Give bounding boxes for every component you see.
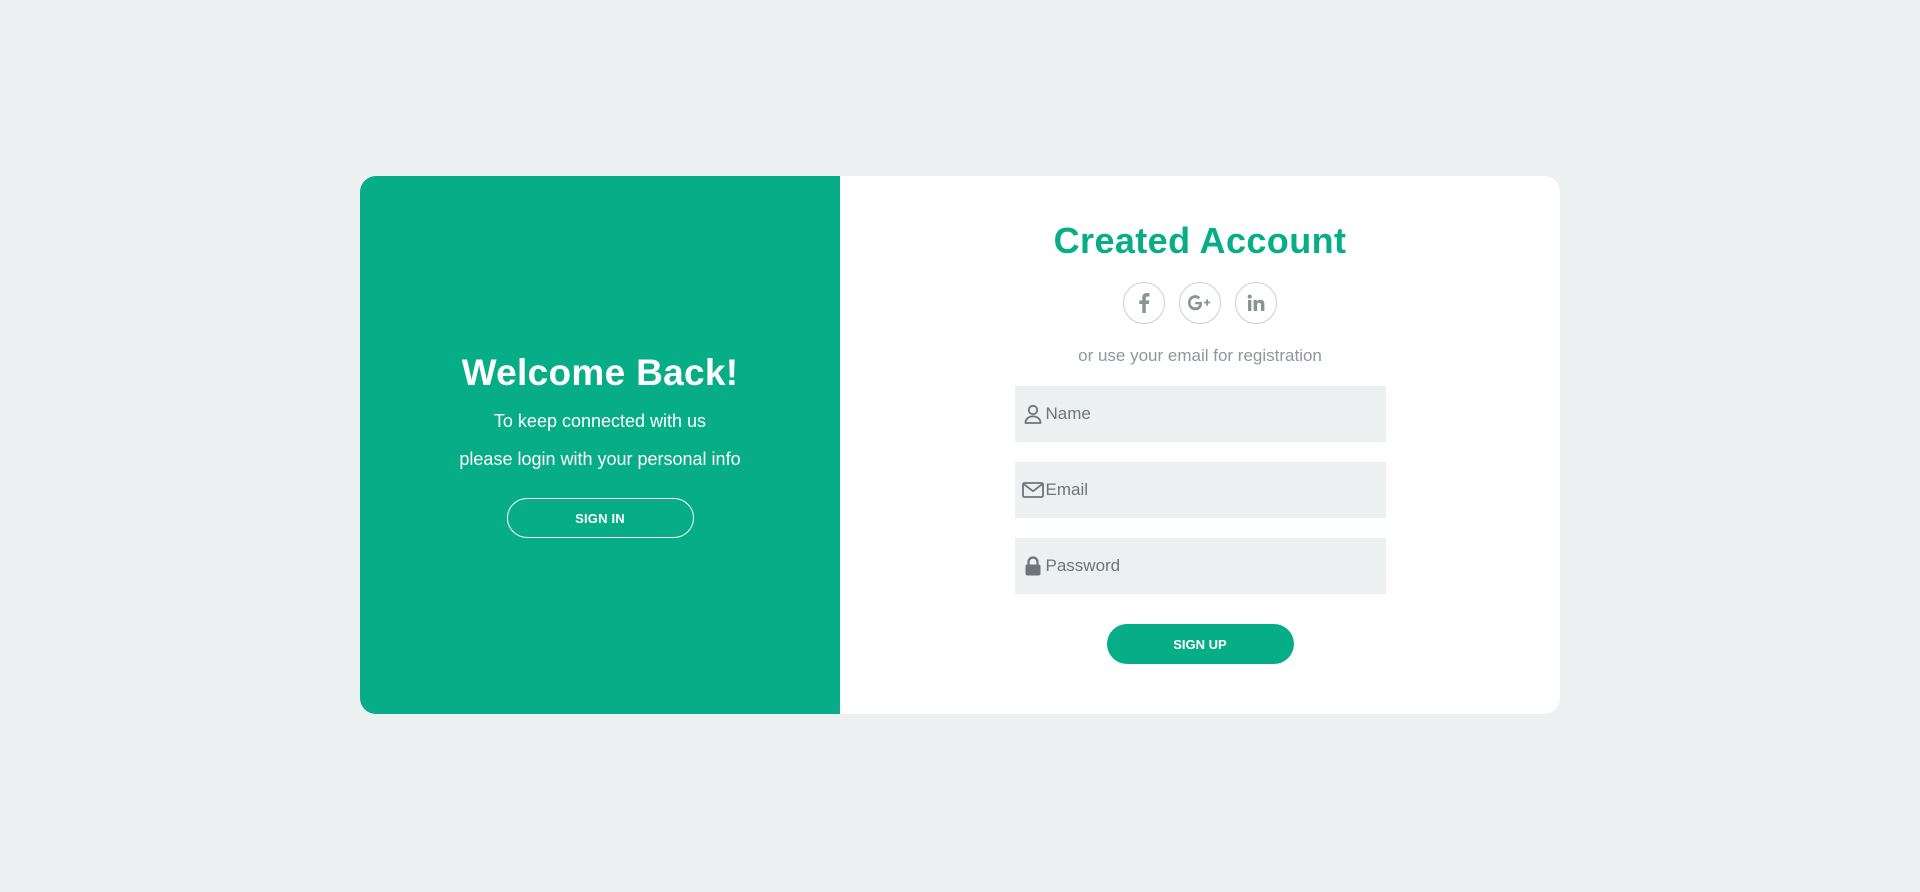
google-plus-button[interactable] xyxy=(1179,282,1221,324)
auth-card: Welcome Back! To keep connected with us … xyxy=(360,176,1560,714)
password-field[interactable] xyxy=(1014,538,1386,594)
facebook-button[interactable] xyxy=(1123,282,1165,324)
email-input[interactable] xyxy=(1045,462,1366,518)
envelope-icon xyxy=(1021,479,1044,501)
password-input[interactable] xyxy=(1045,538,1366,594)
signup-title: Created Account xyxy=(1053,220,1347,261)
google-plus-icon xyxy=(1188,295,1211,311)
signup-panel: Created Account or use your email for re… xyxy=(840,176,1560,714)
registration-hint: or use your email for registration xyxy=(1078,346,1322,365)
sign-in-button[interactable]: SIGN IN xyxy=(506,498,694,538)
user-icon xyxy=(1022,403,1044,425)
linkedin-button[interactable] xyxy=(1235,282,1277,324)
welcome-text-line1: To keep connected with us xyxy=(493,411,707,431)
welcome-panel: Welcome Back! To keep connected with us … xyxy=(360,176,840,714)
welcome-text-line2: please login with your personal info xyxy=(459,449,741,469)
name-input[interactable] xyxy=(1045,386,1366,442)
facebook-icon xyxy=(1139,293,1150,313)
name-field[interactable] xyxy=(1014,386,1386,442)
lock-icon xyxy=(1022,555,1044,577)
social-buttons xyxy=(1123,282,1277,324)
sign-up-button[interactable]: SIGN UP xyxy=(1106,624,1294,664)
email-field[interactable] xyxy=(1014,462,1386,518)
welcome-title: Welcome Back! xyxy=(461,352,739,393)
linkedin-icon xyxy=(1247,294,1265,311)
